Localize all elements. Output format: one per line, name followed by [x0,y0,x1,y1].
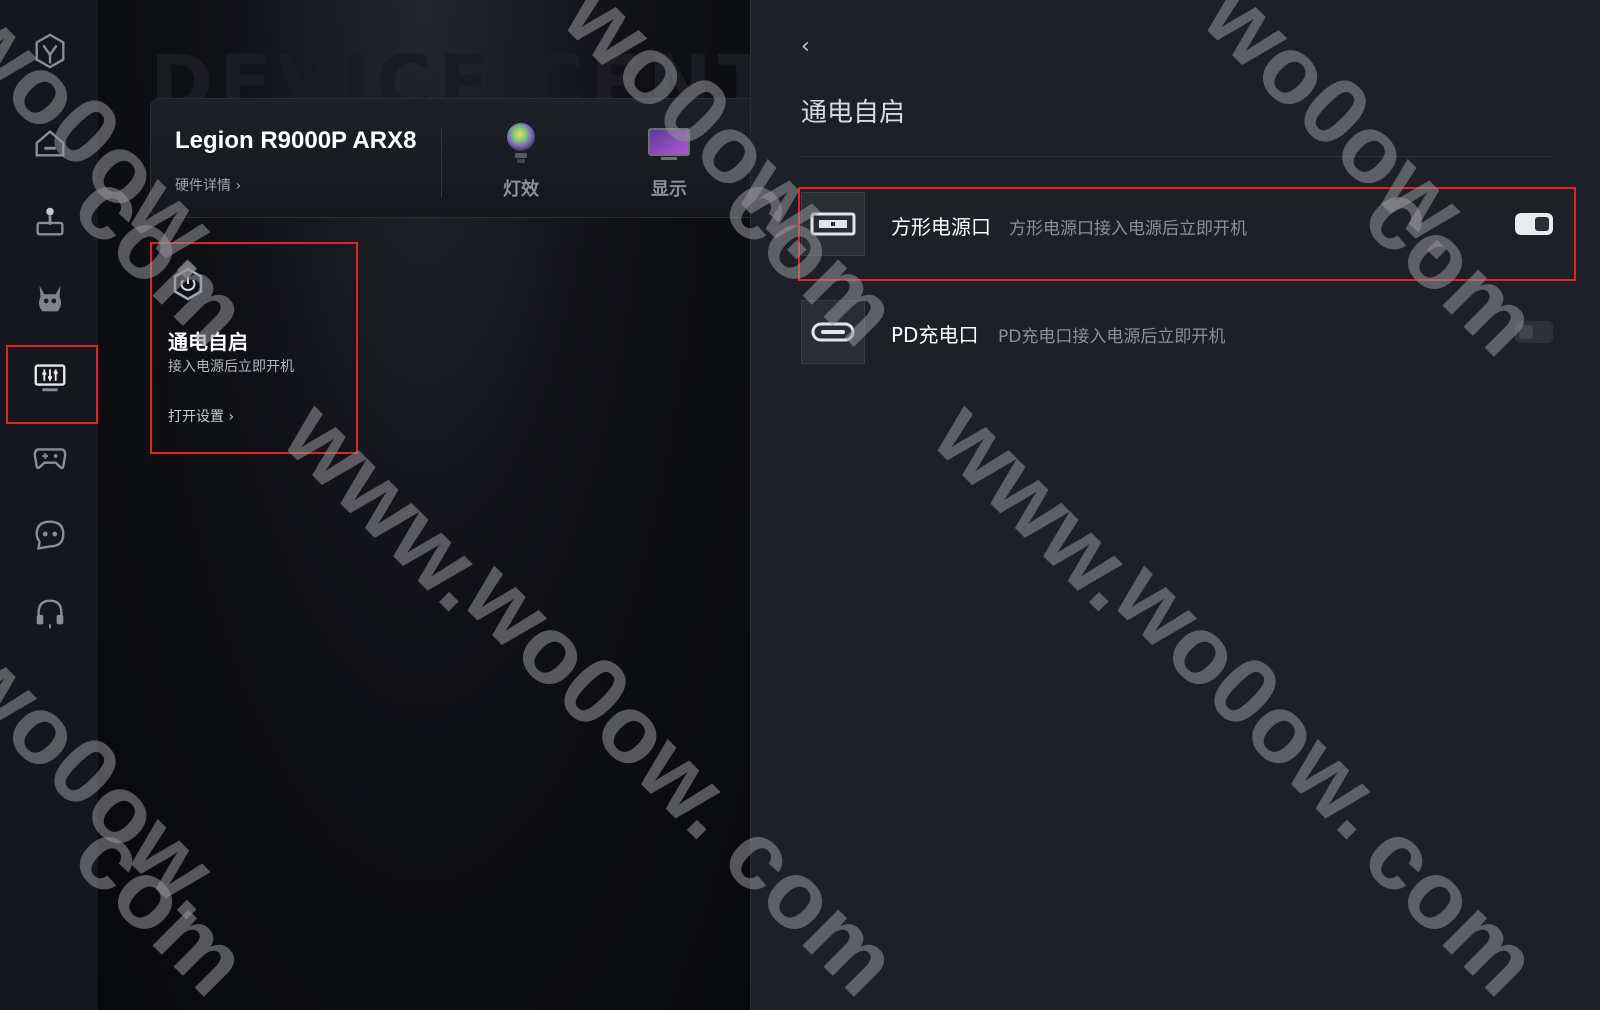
tile-lighting[interactable]: 灯效 [481,121,561,201]
chat-icon[interactable] [25,510,75,560]
legion-logo-icon[interactable] [25,26,75,76]
row-name: PD充电口 [891,323,979,347]
chevron-right-icon: › [235,178,242,194]
feature-card-highlight [150,242,358,454]
tile-lighting-label: 灯效 [503,179,539,200]
panel-title: 通电自启 [801,98,906,128]
lighting-icon [481,121,561,167]
avatar-icon[interactable] [25,274,75,324]
panel-divider [801,156,1553,157]
hardware-details-label: 硬件详情 [175,178,231,194]
gamepad-icon[interactable] [25,432,75,482]
card-divider [441,127,442,197]
device-card: Legion R9000P ARX8 硬件详情 › 灯效 显示 [150,98,750,218]
toggle-knob [1519,325,1533,339]
tile-display[interactable]: 显示 [629,121,709,201]
row-pd-port: PD充电口 PD充电口接入电源后立即开机 [801,300,1553,364]
usb-c-port-icon [801,300,865,364]
hardware-details-link[interactable]: 硬件详情 › [175,175,241,195]
row-description: PD充电口接入电源后立即开机 [998,327,1226,347]
tile-display-label: 显示 [651,179,687,200]
device-center-panel: DEVICE CENTER Legion R9000P ARX8 硬件详情 › … [98,0,750,1010]
headset-icon[interactable] [25,588,75,638]
power-on-feature-card[interactable]: 通电自启 接入电源后立即开机 打开设置 › [150,242,358,454]
sidebar-rail [0,0,98,1010]
pd-port-toggle[interactable] [1515,321,1553,343]
home-icon[interactable] [25,118,75,168]
chevron-left-icon[interactable]: ‹ [801,34,825,62]
row-highlight [798,187,1576,281]
active-item-highlight [6,345,98,424]
settings-panel: ‹ 通电自启 方形电源口 方形电源口接入电源后立即开机 PD充电口 PD充电口接… [750,0,1600,1010]
display-icon [629,121,709,167]
device-name: Legion R9000P ARX8 [175,127,417,154]
joystick-icon[interactable] [25,196,75,246]
